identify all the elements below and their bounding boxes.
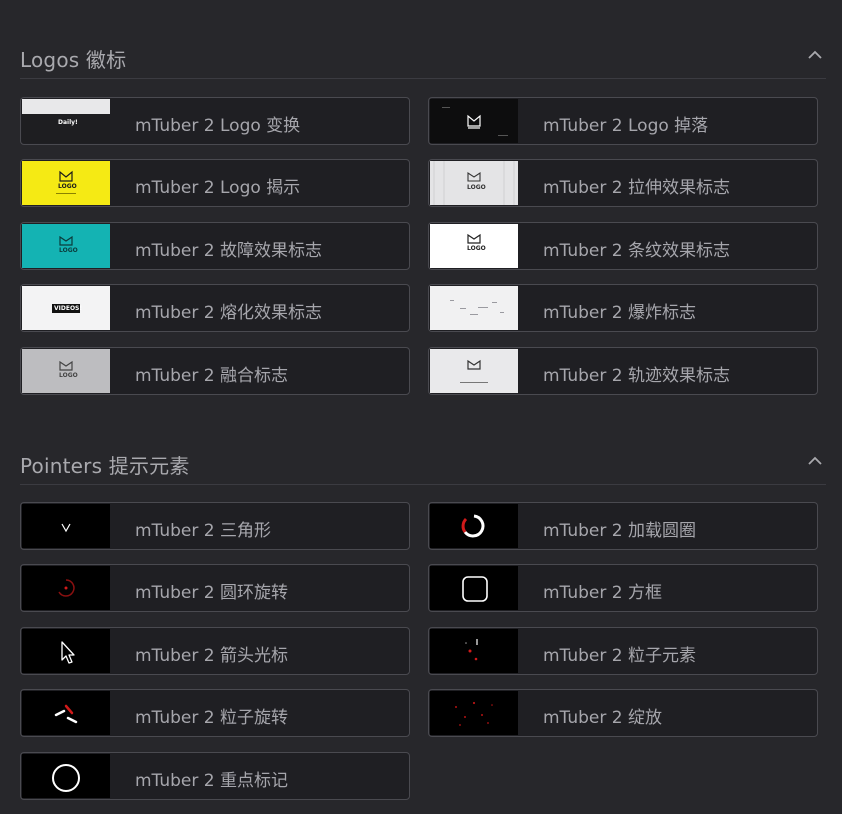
thumbnail (22, 629, 110, 673)
item-label: mTuber 2 箭头光标 (135, 646, 288, 666)
item-label: mTuber 2 爆炸标志 (543, 303, 696, 323)
logo-mark-icon (467, 171, 481, 182)
effect-item-trail-logo[interactable]: mTuber 2 轨迹效果标志 (428, 347, 818, 395)
thumb-text: LOGO (59, 372, 78, 379)
thumb-text: VIDEOS! (54, 305, 83, 312)
item-label: mTuber 2 粒子元素 (543, 646, 696, 666)
item-label: mTuber 2 Logo 揭示 (135, 178, 301, 198)
item-label: mTuber 2 三角形 (135, 521, 271, 541)
effect-item-particle-element[interactable]: mTuber 2 粒子元素 (428, 627, 818, 675)
thumbnail: LOGO (22, 224, 110, 268)
item-label: mTuber 2 重点标记 (135, 771, 288, 791)
item-label: mTuber 2 条纹效果标志 (543, 241, 730, 261)
thumbnail (22, 754, 110, 798)
thumb-text: LOGO (58, 183, 77, 190)
effect-item-stretch-logo[interactable]: LOGO mTuber 2 拉伸效果标志 (428, 159, 818, 207)
triangle-pointer-icon (61, 523, 71, 533)
effect-item-glitch-logo[interactable]: LOGO mTuber 2 故障效果标志 (20, 222, 410, 270)
cursor-arrow-icon (61, 641, 75, 664)
effect-item-explode-logo[interactable]: mTuber 2 爆炸标志 (428, 284, 818, 332)
logo-mark-icon (467, 233, 481, 244)
pointers-section: Pointers 提示元素 (20, 444, 826, 485)
thumbnail (430, 629, 518, 673)
effect-item-bloom[interactable]: mTuber 2 绽放 (428, 689, 818, 737)
section-title: Logos 徽标 (20, 48, 127, 72)
effect-item-logo-transform[interactable]: Daily! mTuber 2 Logo 变换 (20, 97, 410, 145)
logo-mark-icon (59, 235, 73, 246)
item-label: mTuber 2 加载圆圈 (543, 521, 696, 541)
thumb-text: Daily! (58, 119, 78, 126)
thumbnail (430, 99, 518, 143)
effect-item-logo-reveal[interactable]: LOGO mTuber 2 Logo 揭示 (20, 159, 410, 207)
thumbnail (430, 286, 518, 330)
item-label: mTuber 2 拉伸效果标志 (543, 178, 730, 198)
effect-item-triangle[interactable]: mTuber 2 三角形 (20, 502, 410, 550)
section-header: Pointers 提示元素 (20, 444, 826, 485)
section-title: Pointers 提示元素 (20, 454, 190, 478)
highlight-circle-icon (52, 764, 80, 792)
thumbnail (430, 566, 518, 610)
thumbnail (430, 504, 518, 548)
thumbnail: LOGO (430, 161, 518, 205)
item-label: mTuber 2 故障效果标志 (135, 241, 322, 261)
effect-item-loading-circle[interactable]: mTuber 2 加载圆圈 (428, 502, 818, 550)
item-label: mTuber 2 圆环旋转 (135, 583, 288, 603)
effect-item-melt-logo[interactable]: VIDEOS! mTuber 2 熔化效果标志 (20, 284, 410, 332)
effect-item-arrow-cursor[interactable]: mTuber 2 箭头光标 (20, 627, 410, 675)
square-frame-icon (462, 576, 488, 602)
rotating-ring-icon (58, 579, 75, 597)
chevron-up-icon[interactable] (806, 46, 824, 64)
effect-item-highlight-mark[interactable]: mTuber 2 重点标记 (20, 752, 410, 800)
thumbnail (22, 504, 110, 548)
chevron-up-icon[interactable] (806, 452, 824, 470)
item-label: mTuber 2 Logo 掉落 (543, 116, 709, 136)
logo-mark-icon (467, 114, 481, 129)
logo-mark-icon (59, 360, 73, 371)
thumbnail: LOGO (22, 349, 110, 393)
bloom-particles-icon (455, 701, 493, 726)
thumbnail: LOGO (22, 161, 110, 205)
thumb-text: LOGO (59, 247, 78, 254)
effect-item-ring-rotate[interactable]: mTuber 2 圆环旋转 (20, 564, 410, 612)
spinning-particle-icon (54, 704, 78, 724)
item-label: mTuber 2 熔化效果标志 (135, 303, 322, 323)
thumbnail (430, 691, 518, 735)
loading-ring-icon (461, 514, 485, 538)
thumbnail (22, 691, 110, 735)
thumb-text: LOGO (467, 184, 486, 191)
thumbnail: VIDEOS! (22, 286, 110, 330)
thumbnail (22, 566, 110, 610)
item-label: mTuber 2 粒子旋转 (135, 708, 288, 728)
effect-item-merge-logo[interactable]: LOGO mTuber 2 融合标志 (20, 347, 410, 395)
item-label: mTuber 2 轨迹效果标志 (543, 366, 730, 386)
item-label: mTuber 2 Logo 变换 (135, 116, 301, 136)
logos-section: Logos 徽标 (20, 38, 826, 79)
effect-item-particle-rotate[interactable]: mTuber 2 粒子旋转 (20, 689, 410, 737)
thumbnail: LOGO (430, 224, 518, 268)
particle-icon (465, 639, 478, 661)
effect-item-box[interactable]: mTuber 2 方框 (428, 564, 818, 612)
item-label: mTuber 2 绽放 (543, 708, 662, 728)
item-label: mTuber 2 融合标志 (135, 366, 288, 386)
thumb-text: LOGO (467, 245, 486, 252)
effect-item-logo-drop[interactable]: mTuber 2 Logo 掉落 (428, 97, 818, 145)
logo-mark-icon (59, 170, 73, 182)
section-header: Logos 徽标 (20, 38, 826, 79)
thumbnail (430, 349, 518, 393)
logo-mark-icon (467, 359, 481, 370)
effect-item-stripe-logo[interactable]: LOGO mTuber 2 条纹效果标志 (428, 222, 818, 270)
thumbnail: Daily! (22, 99, 110, 143)
item-label: mTuber 2 方框 (543, 583, 662, 603)
